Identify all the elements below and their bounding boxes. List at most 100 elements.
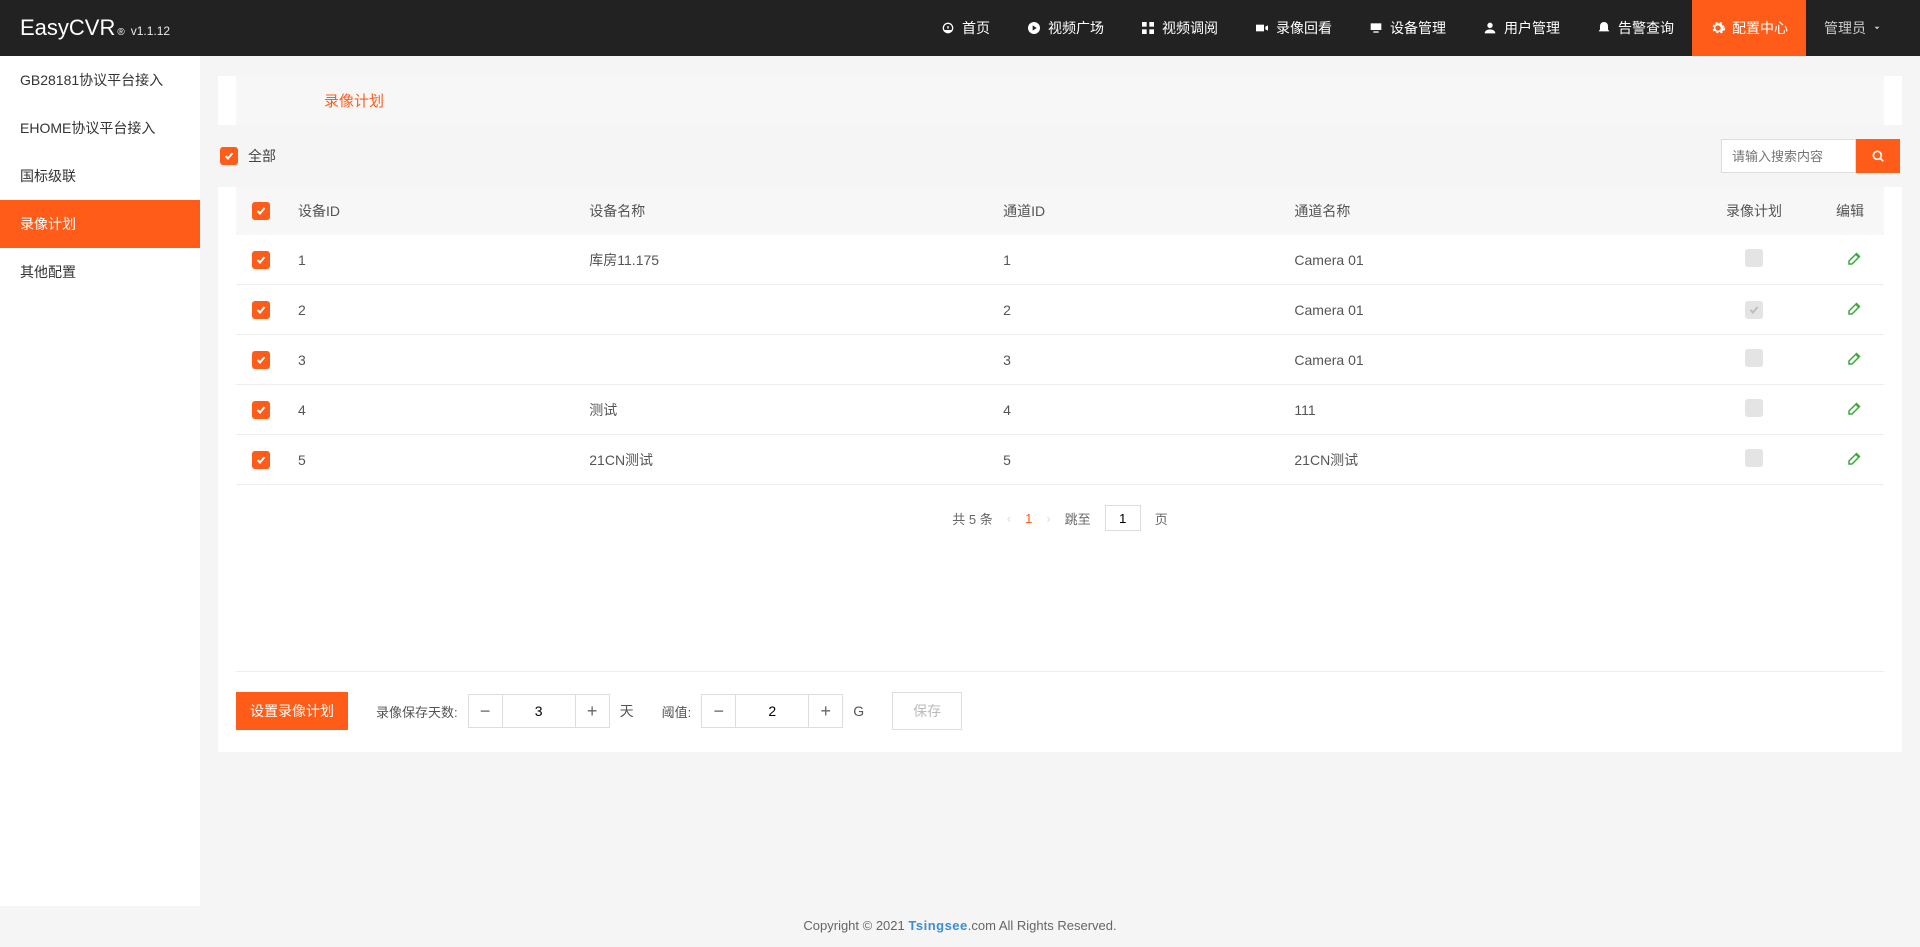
- nav-playback[interactable]: 录像回看: [1236, 0, 1350, 56]
- cell-channel-id: 4: [991, 385, 1282, 435]
- keep-days-plus[interactable]: +: [575, 695, 609, 727]
- grid-icon: [1140, 20, 1156, 36]
- plan-checkbox[interactable]: [1745, 301, 1763, 319]
- cell-channel-name: Camera 01: [1282, 335, 1694, 385]
- plan-checkbox[interactable]: [1745, 249, 1763, 267]
- tab-record-plan[interactable]: 录像计划: [236, 90, 1884, 111]
- search-input[interactable]: [1721, 139, 1856, 173]
- keep-days-label: 录像保存天数:: [376, 702, 458, 721]
- keep-days-unit: 天: [620, 701, 634, 721]
- edit-icon[interactable]: [1846, 399, 1864, 417]
- threshold-stepper[interactable]: − +: [701, 694, 843, 728]
- user-icon: [1482, 20, 1498, 36]
- tab-bar: 录像计划: [218, 76, 1902, 125]
- camera-icon: [1254, 20, 1270, 36]
- cell-device-name: 测试: [577, 385, 991, 435]
- divider: [236, 671, 1884, 672]
- checkbox-icon: [220, 147, 238, 165]
- footer-brand[interactable]: Tsingsee: [908, 918, 967, 933]
- logo: EasyCVR ® v1.1.12: [20, 15, 170, 41]
- nav-user[interactable]: 用户管理: [1464, 0, 1578, 56]
- row-checkbox[interactable]: [252, 451, 270, 469]
- select-all[interactable]: 全部: [220, 146, 276, 166]
- nav-video-square[interactable]: 视频广场: [1008, 0, 1122, 56]
- nav-device[interactable]: 设备管理: [1350, 0, 1464, 56]
- row-checkbox[interactable]: [252, 401, 270, 419]
- nav-alarm[interactable]: 告警查询: [1578, 0, 1692, 56]
- app-version: v1.1.12: [131, 24, 170, 38]
- select-all-label: 全部: [248, 146, 276, 166]
- plan-checkbox[interactable]: [1745, 449, 1763, 467]
- cell-device-name: [577, 285, 991, 335]
- col-edit: 编辑: [1814, 187, 1884, 235]
- cell-channel-id: 1: [991, 235, 1282, 285]
- keep-days-input[interactable]: [503, 695, 575, 727]
- threshold-minus[interactable]: −: [702, 695, 736, 727]
- row-checkbox[interactable]: [252, 251, 270, 269]
- cell-channel-name: 111: [1282, 385, 1694, 435]
- edit-icon[interactable]: [1846, 449, 1864, 467]
- device-icon: [1368, 20, 1384, 36]
- top-nav: 首页 视频广场 视频调阅 录像回看 设备管理 用户管理 告警查询 配置中心 管理…: [922, 0, 1900, 56]
- sidebar-item-ehome[interactable]: EHOME协议平台接入: [0, 104, 200, 152]
- col-channel-name: 通道名称: [1282, 187, 1694, 235]
- sidebar-item-record-plan[interactable]: 录像计划: [0, 200, 200, 248]
- dashboard-icon: [940, 20, 956, 36]
- pager-next[interactable]: ›: [1046, 511, 1050, 526]
- col-record-plan: 录像计划: [1694, 187, 1814, 235]
- cell-device-id: 2: [286, 285, 577, 335]
- plan-checkbox[interactable]: [1745, 349, 1763, 367]
- pager-page-suffix: 页: [1155, 509, 1168, 528]
- cell-channel-name: Camera 01: [1282, 285, 1694, 335]
- cell-channel-id: 2: [991, 285, 1282, 335]
- sidebar-item-cascade[interactable]: 国标级联: [0, 152, 200, 200]
- threshold-plus[interactable]: +: [808, 695, 842, 727]
- save-button[interactable]: 保存: [892, 692, 962, 730]
- top-bar: EasyCVR ® v1.1.12 首页 视频广场 视频调阅 录像回看 设备管理…: [0, 0, 1920, 56]
- pager-jump-input[interactable]: [1105, 505, 1141, 531]
- pager-page-current[interactable]: 1: [1025, 511, 1032, 526]
- cell-device-id: 5: [286, 435, 577, 485]
- threshold-unit: G: [853, 703, 864, 719]
- edit-icon[interactable]: [1846, 349, 1864, 367]
- gear-icon: [1710, 20, 1726, 36]
- edit-icon[interactable]: [1846, 299, 1864, 317]
- registered-mark: ®: [117, 27, 124, 38]
- bottom-bar: 设置录像计划 录像保存天数: − + 天 阈值: − +: [236, 692, 1884, 730]
- nav-video-review[interactable]: 视频调阅: [1122, 0, 1236, 56]
- edit-icon[interactable]: [1846, 249, 1864, 267]
- footer: Copyright © 2021 Tsingsee.com All Rights…: [0, 906, 1920, 947]
- threshold-input[interactable]: [736, 695, 808, 727]
- keep-days-minus[interactable]: −: [469, 695, 503, 727]
- nav-admin[interactable]: 管理员: [1806, 0, 1900, 56]
- record-table: 设备ID 设备名称 通道ID 通道名称 录像计划 编辑 1库房11.1751Ca…: [236, 187, 1884, 485]
- search-icon: [1870, 148, 1886, 164]
- cell-device-id: 4: [286, 385, 577, 435]
- footer-suffix: .com All Rights Reserved.: [968, 918, 1117, 933]
- pager-prev[interactable]: ‹: [1007, 511, 1011, 526]
- play-circle-icon: [1026, 20, 1042, 36]
- sidebar: GB28181协议平台接入 EHOME协议平台接入 国标级联 录像计划 其他配置: [0, 56, 200, 906]
- nav-config[interactable]: 配置中心: [1692, 0, 1806, 56]
- nav-home[interactable]: 首页: [922, 0, 1008, 56]
- row-checkbox[interactable]: [252, 351, 270, 369]
- set-record-plan-button[interactable]: 设置录像计划: [236, 692, 348, 730]
- app-name: EasyCVR: [20, 15, 115, 41]
- sidebar-item-other[interactable]: 其他配置: [0, 248, 200, 296]
- threshold-label: 阈值:: [662, 702, 692, 721]
- pager-total: 共 5 条: [952, 509, 992, 528]
- sidebar-item-gb28181[interactable]: GB28181协议平台接入: [0, 56, 200, 104]
- cell-channel-id: 3: [991, 335, 1282, 385]
- keep-days-stepper[interactable]: − +: [468, 694, 610, 728]
- col-channel-id: 通道ID: [991, 187, 1282, 235]
- cell-channel-name: Camera 01: [1282, 235, 1694, 285]
- cell-device-name: [577, 335, 991, 385]
- row-checkbox[interactable]: [252, 301, 270, 319]
- header-checkbox[interactable]: [252, 202, 270, 220]
- table-row: 1库房11.1751Camera 01: [236, 235, 1884, 285]
- cell-device-id: 1: [286, 235, 577, 285]
- plan-checkbox[interactable]: [1745, 399, 1763, 417]
- cell-device-id: 3: [286, 335, 577, 385]
- col-device-name: 设备名称: [577, 187, 991, 235]
- search-button[interactable]: [1856, 139, 1900, 173]
